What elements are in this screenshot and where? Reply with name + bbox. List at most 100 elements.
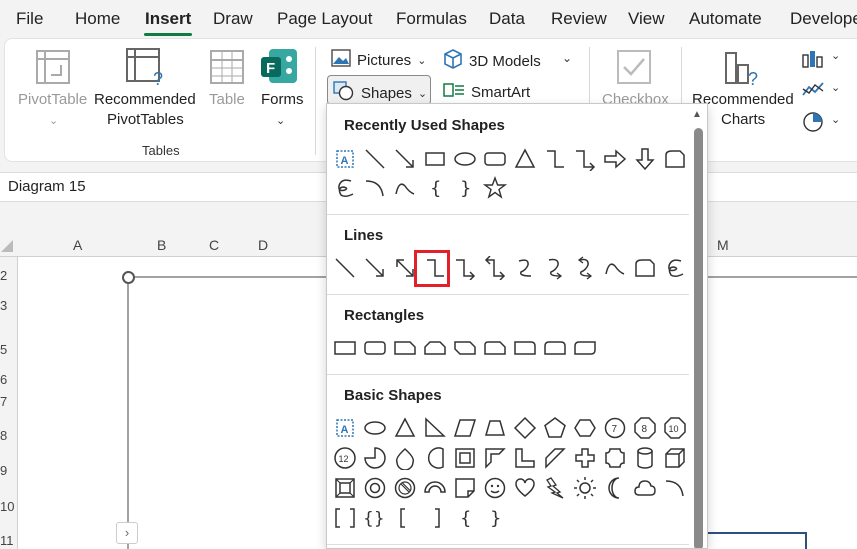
pentagon-shape[interactable] xyxy=(543,416,567,440)
pivot-table-button[interactable]: PivotTable xyxy=(18,90,87,110)
bevel-shape[interactable] xyxy=(333,476,357,500)
octagon-shape[interactable]: 8 xyxy=(633,416,657,440)
chevron-down-icon[interactable]: ⌄ xyxy=(562,51,572,65)
snip-round-rectangle-shape[interactable] xyxy=(483,336,507,360)
teardrop-shape[interactable] xyxy=(393,446,417,470)
left-brace-shape[interactable]: { xyxy=(453,506,477,530)
smiley-face-icon[interactable] xyxy=(483,476,507,500)
tab-page-layout[interactable]: Page Layout xyxy=(277,9,372,29)
parallelogram-shape[interactable] xyxy=(453,416,477,440)
tab-file[interactable]: File xyxy=(16,9,43,29)
column-header[interactable]: A xyxy=(73,237,82,253)
row-header[interactable]: 11 xyxy=(0,533,14,548)
frame-shape[interactable] xyxy=(453,446,477,470)
left-bracket-shape[interactable] xyxy=(393,506,417,530)
name-box[interactable]: Diagram 15 xyxy=(8,178,86,195)
left-brace-shape[interactable]: { xyxy=(423,176,447,200)
text-box-shape[interactable]: A xyxy=(333,416,357,440)
pie-shape[interactable] xyxy=(363,446,387,470)
select-all-corner[interactable] xyxy=(0,239,14,253)
elbow-connector-shape[interactable] xyxy=(543,147,567,171)
donut-shape[interactable] xyxy=(363,476,387,500)
chevron-down-icon[interactable]: ⌄ xyxy=(831,49,840,62)
diagonal-stripe-shape[interactable] xyxy=(543,446,567,470)
column-header[interactable]: C xyxy=(209,237,219,253)
chevron-down-icon[interactable]: ⌄ xyxy=(276,111,285,131)
curve-shape[interactable] xyxy=(393,176,417,200)
tab-formulas[interactable]: Formulas xyxy=(396,9,467,29)
decagon-shape[interactable]: 10 xyxy=(663,416,687,440)
arrow-line-shape[interactable] xyxy=(363,256,387,280)
text-box-shape[interactable]: A xyxy=(333,147,357,171)
row-header[interactable]: 5 xyxy=(0,342,7,357)
chevron-down-icon[interactable]: ⌄ xyxy=(831,81,840,94)
right-bracket-shape[interactable] xyxy=(423,506,447,530)
column-chart-icon[interactable] xyxy=(801,47,825,74)
arc-shape[interactable] xyxy=(663,476,687,500)
triangle-shape[interactable] xyxy=(513,147,537,171)
line-shape[interactable] xyxy=(363,147,387,171)
selection-handle[interactable] xyxy=(122,271,135,284)
chevron-down-icon[interactable]: ⌄ xyxy=(49,111,58,131)
curved-arrow-connector-shape[interactable] xyxy=(543,256,567,280)
row-header[interactable]: 10 xyxy=(0,499,14,514)
freeform-shape[interactable] xyxy=(633,256,657,280)
3d-models-button[interactable]: 3D Models xyxy=(443,49,541,73)
double-brace-shape[interactable]: {} xyxy=(363,506,387,530)
curve-shape[interactable] xyxy=(603,256,627,280)
scrollbar-thumb[interactable] xyxy=(694,128,703,548)
plaque-shape[interactable] xyxy=(603,446,627,470)
elbow-arrow-connector-shape[interactable] xyxy=(573,147,597,171)
tab-view[interactable]: View xyxy=(628,9,665,29)
right-arrow-shape[interactable] xyxy=(603,147,627,171)
right-brace-shape[interactable]: } xyxy=(453,176,477,200)
lightning-bolt-icon[interactable] xyxy=(543,476,567,500)
heart-icon[interactable] xyxy=(513,476,537,500)
column-header[interactable]: M xyxy=(717,237,729,253)
round-diagonal-rectangle-shape[interactable] xyxy=(573,336,597,360)
tab-developer[interactable]: Develope xyxy=(790,9,857,29)
forms-button[interactable]: Forms xyxy=(261,90,304,110)
right-brace-shape[interactable]: } xyxy=(483,506,507,530)
chevron-down-icon[interactable]: ⌄ xyxy=(831,113,840,126)
moon-icon[interactable] xyxy=(603,476,627,500)
line-shape[interactable] xyxy=(333,256,357,280)
hexagon-shape[interactable] xyxy=(573,416,597,440)
tab-draw[interactable]: Draw xyxy=(213,9,253,29)
l-shape[interactable] xyxy=(513,446,537,470)
folded-corner-shape[interactable] xyxy=(453,476,477,500)
double-bracket-shape[interactable] xyxy=(333,506,357,530)
curved-double-arrow-connector-shape[interactable] xyxy=(573,256,597,280)
dodecagon-shape[interactable]: 12 xyxy=(333,446,357,470)
arc-shape[interactable] xyxy=(363,176,387,200)
rounded-rectangle-shape[interactable] xyxy=(483,147,507,171)
heptagon-shape[interactable]: 7 xyxy=(603,416,627,440)
tab-home[interactable]: Home xyxy=(75,9,120,29)
smartart-button[interactable]: SmartArt xyxy=(443,81,530,103)
can-shape[interactable] xyxy=(633,446,657,470)
scribble-shape[interactable] xyxy=(333,176,357,200)
scroll-up-icon[interactable]: ▲ xyxy=(692,109,702,120)
row-header[interactable]: 3 xyxy=(0,298,7,313)
chevron-right-icon[interactable]: › xyxy=(116,522,138,544)
cloud-icon[interactable] xyxy=(633,476,657,500)
recommended-charts-label-2[interactable]: Charts xyxy=(721,110,765,130)
arrow-line-shape[interactable] xyxy=(393,147,417,171)
tab-automate[interactable]: Automate xyxy=(689,9,762,29)
right-triangle-shape[interactable] xyxy=(423,416,447,440)
column-header[interactable]: B xyxy=(157,237,166,253)
table-button[interactable]: Table xyxy=(209,90,245,110)
chord-shape[interactable] xyxy=(423,446,447,470)
diamond-shape[interactable] xyxy=(513,416,537,440)
elbow-double-arrow-connector-shape[interactable] xyxy=(483,256,507,280)
recommended-pivottables-label-1[interactable]: Recommended xyxy=(94,90,196,110)
tab-data[interactable]: Data xyxy=(489,9,525,29)
star-shape[interactable] xyxy=(483,176,507,200)
cube-shape[interactable] xyxy=(663,446,687,470)
pie-chart-icon[interactable] xyxy=(801,111,825,138)
no-symbol-shape[interactable] xyxy=(393,476,417,500)
shapes-button[interactable]: Shapes ⌄ xyxy=(333,81,427,105)
triangle-shape[interactable] xyxy=(393,416,417,440)
row-header[interactable]: 6 xyxy=(0,372,7,387)
snip-rectangle-shape[interactable] xyxy=(663,147,687,171)
